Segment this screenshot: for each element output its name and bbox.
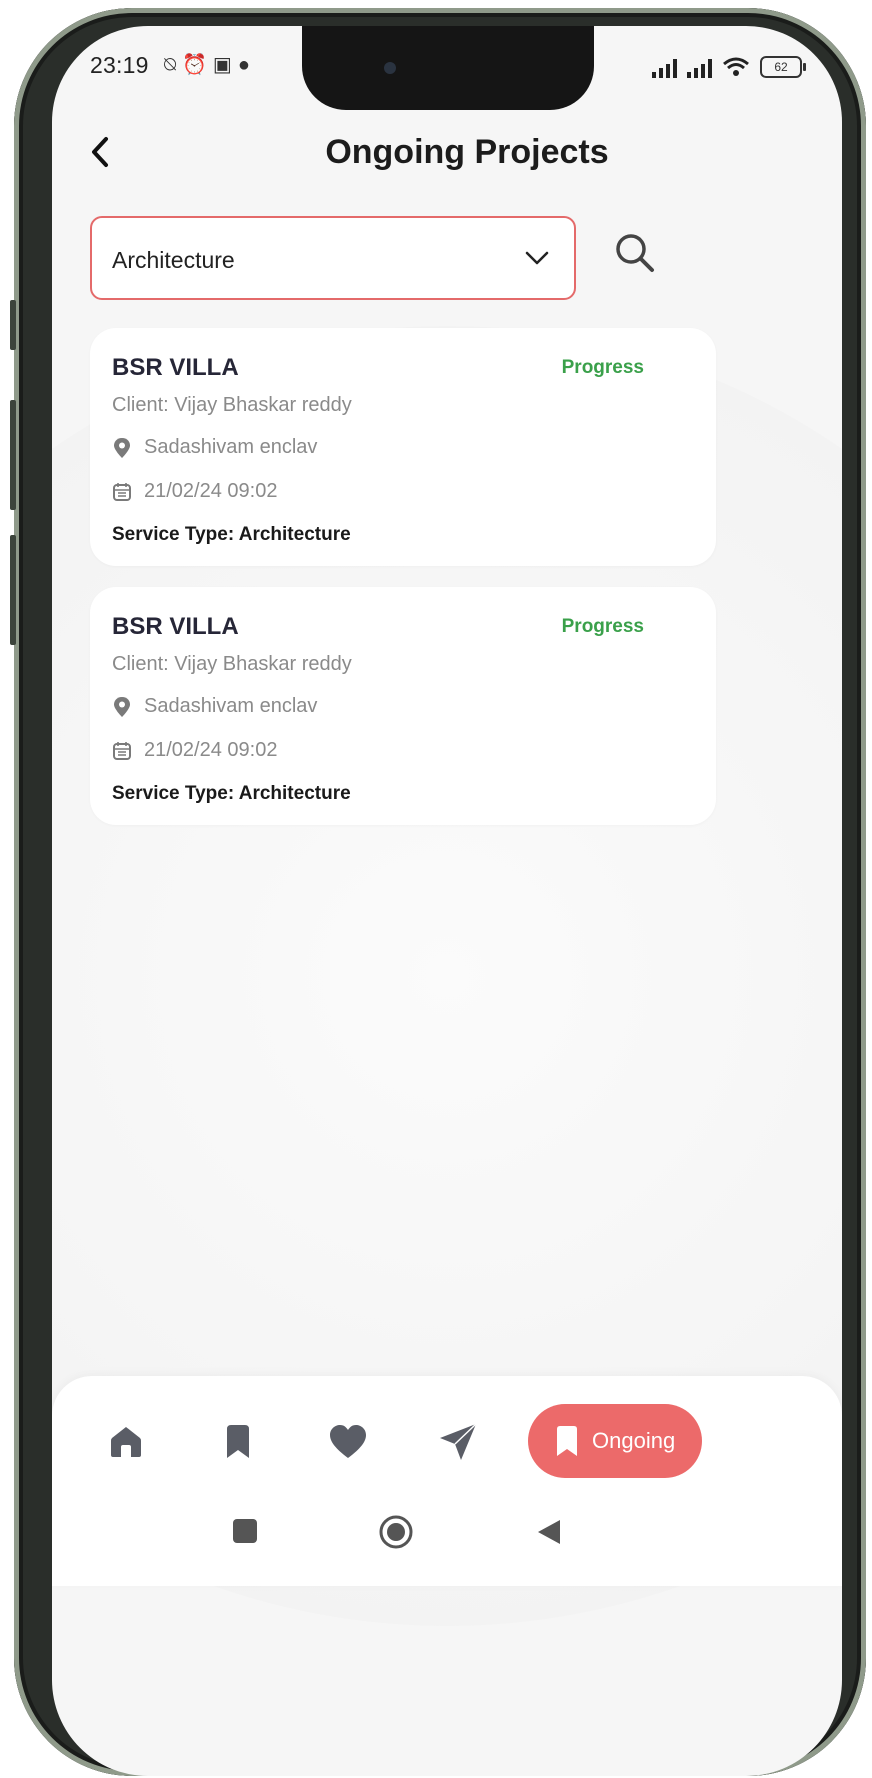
project-datetime: 21/02/24 09:02 [144,480,278,502]
project-service-type: Service Type: Architecture [112,783,351,804]
nav-send[interactable] [428,1422,488,1462]
project-location: Sadashivam enclav [144,695,318,717]
location-pin-icon [114,696,130,717]
search-icon [616,234,654,272]
project-date-row: 21/02/24 09:02 [112,739,277,762]
notification-dot-icon: ● [237,54,256,76]
nav-home[interactable] [96,1422,156,1462]
project-location-row: Sadashivam enclav [112,436,317,459]
wifi-icon [723,57,749,76]
side-button [10,535,16,645]
bookmark-icon [227,1425,249,1458]
project-card[interactable]: BSR VILLA Progress Client: Vijay Bhaskar… [90,587,716,825]
mute-icon: ⍉ [164,54,182,76]
system-nav-bar [52,1500,842,1560]
project-service-type: Service Type: Architecture [112,524,351,545]
nav-favorites[interactable] [318,1422,378,1462]
side-button [10,300,16,350]
calendar-icon [113,482,131,501]
nav-ongoing[interactable]: Ongoing [528,1404,702,1478]
project-name: BSR VILLA [112,354,239,381]
window-icon: ▣ [212,54,238,76]
front-camera [384,62,396,74]
project-name: BSR VILLA [112,613,239,640]
recents-button[interactable] [232,1518,258,1544]
bookmark-icon [557,1426,577,1456]
back-nav-button[interactable] [536,1518,562,1546]
heart-icon [330,1425,366,1458]
project-status-badge: Progress [561,616,644,637]
send-icon [440,1423,477,1460]
battery-icon: 62 [760,56,806,78]
camera-notch [302,26,594,110]
status-icons: ⍉⏰▣● [164,52,256,77]
chevron-down-icon [525,251,549,265]
project-client: Client: Vijay Bhaskar reddy [112,653,352,675]
nav-ongoing-label: Ongoing [592,1428,676,1453]
project-location: Sadashivam enclav [144,436,318,458]
app-header: Ongoing Projects [52,121,842,181]
status-time: 23:19 [90,52,149,78]
project-status-badge: Progress [561,357,644,378]
calendar-icon [113,741,131,760]
project-card[interactable]: BSR VILLA Progress Client: Vijay Bhaskar… [90,328,716,566]
search-button[interactable] [612,230,662,280]
location-pin-icon [114,437,130,458]
nav-bookmarks[interactable] [208,1422,268,1462]
home-icon [111,1427,141,1457]
project-date-row: 21/02/24 09:02 [112,480,277,503]
page-title: Ongoing Projects [325,133,609,171]
home-button[interactable] [378,1514,414,1550]
project-datetime: 21/02/24 09:02 [144,739,278,761]
app-screen: 23:19 ⍉⏰▣● 62 Ongoing Projects Architect… [52,26,842,1776]
signal-icon [652,58,677,78]
project-client: Client: Vijay Bhaskar reddy [112,394,352,416]
status-right: 62 [652,56,806,78]
dropdown-selected-value: Architecture [112,247,235,273]
signal-icon [687,58,712,78]
alarm-icon: ⏰ [182,54,213,76]
category-dropdown[interactable]: Architecture [90,216,576,300]
side-button [10,400,16,510]
project-location-row: Sadashivam enclav [112,695,317,718]
